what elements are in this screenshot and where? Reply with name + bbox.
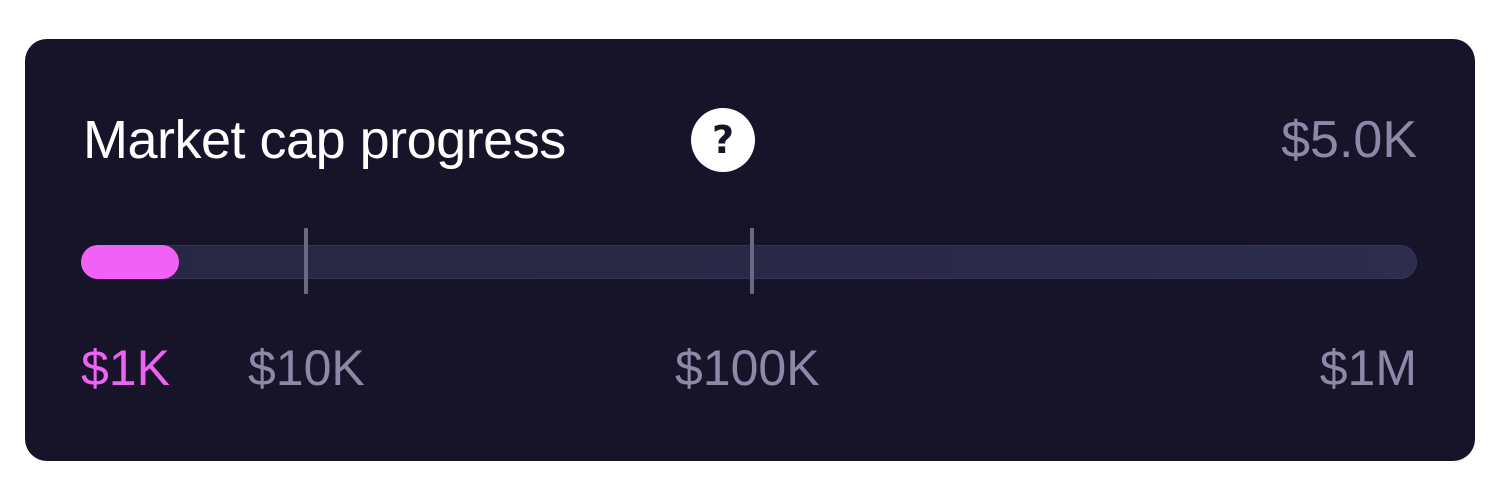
tick-marker-10k bbox=[304, 228, 308, 294]
scale-label-1k: $1K bbox=[81, 340, 170, 396]
scale-label-1m: $1M bbox=[1319, 340, 1417, 396]
progress-fill bbox=[81, 245, 179, 279]
scale-label-100k: $100K bbox=[675, 340, 820, 396]
market-cap-progress-card: Market cap progress ? $5.0K $1K $10K $10… bbox=[25, 39, 1475, 461]
progress-track bbox=[81, 245, 1417, 279]
scale-label-10k: $10K bbox=[248, 340, 365, 396]
current-market-cap-value: $5.0K bbox=[1281, 111, 1417, 169]
question-circle-icon[interactable]: ? bbox=[691, 108, 755, 172]
tick-marker-100k bbox=[750, 228, 754, 294]
widget-title: Market cap progress bbox=[83, 110, 566, 170]
